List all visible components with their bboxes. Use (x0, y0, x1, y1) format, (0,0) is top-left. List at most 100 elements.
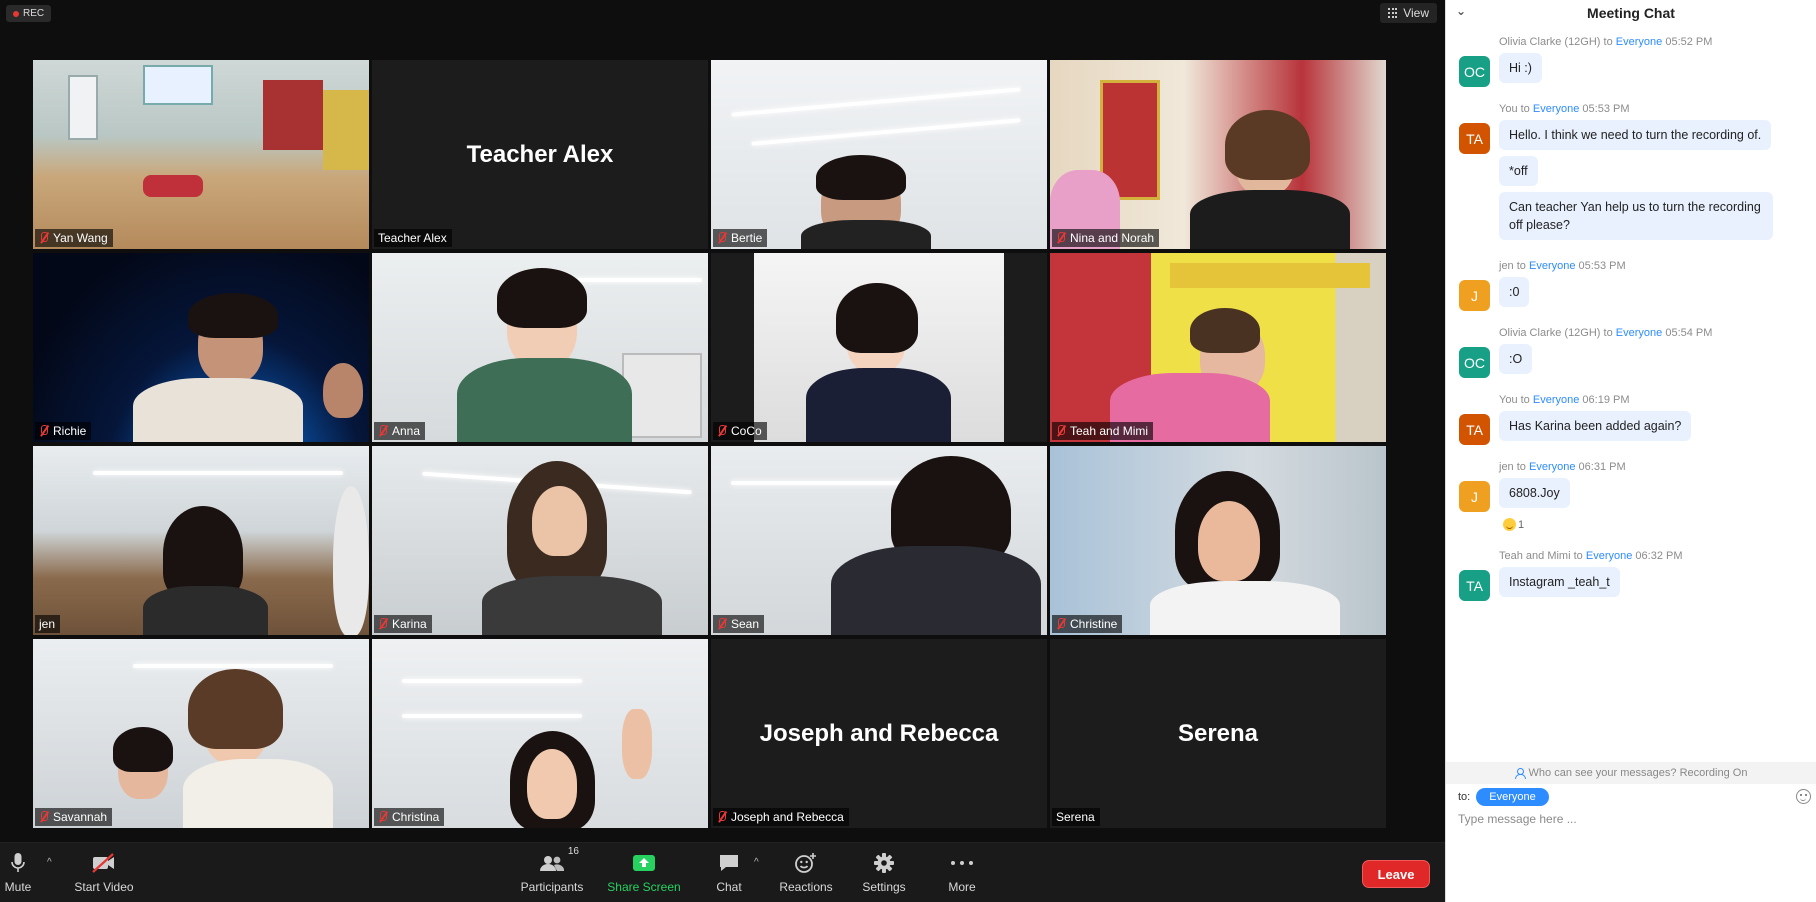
message-recipient[interactable]: Everyone (1529, 461, 1575, 473)
message-time: 05:53 PM (1582, 103, 1630, 115)
participant-name-tag: Christina (374, 808, 445, 826)
message-bubble[interactable]: *off (1499, 156, 1538, 186)
participants-label: Participants (520, 880, 584, 894)
video-grid: Yan Wang Teacher Alex Teacher Alex Bertie Ni… (33, 60, 1386, 828)
share-screen-icon (632, 852, 656, 874)
message-bubble[interactable]: Hi :) (1499, 53, 1542, 83)
share-screen-button[interactable]: Share Screen (604, 843, 684, 902)
chat-message-list[interactable]: Olivia Clarke (12GH) to Everyone 05:52 P… (1446, 32, 1816, 762)
microphone-icon (11, 852, 25, 874)
mute-button[interactable]: Mute (2, 843, 34, 902)
message-bubble[interactable]: 6808.Joy (1499, 478, 1570, 508)
message-time: 06:31 PM (1578, 461, 1626, 473)
avatar: TA (1459, 570, 1490, 601)
message-bubble[interactable]: Has Karina been added again? (1499, 411, 1692, 441)
video-tile[interactable]: CoCo (711, 253, 1047, 442)
chat-message-group: Olivia Clarke (12GH) to Everyone 05:54 P… (1446, 323, 1816, 380)
message-bubble[interactable]: :O (1499, 344, 1533, 374)
message-recipient[interactable]: Everyone (1533, 394, 1579, 406)
video-tile[interactable]: Savannah (33, 639, 369, 828)
participant-name: jen (39, 617, 56, 631)
participants-button[interactable]: 16 Participants (516, 843, 588, 902)
muted-microphone-icon (39, 811, 49, 823)
message-recipient[interactable]: Everyone (1616, 327, 1662, 339)
message-bubble[interactable]: Instagram _teah_t (1499, 567, 1620, 597)
emoji-icon[interactable] (1796, 789, 1811, 804)
chevron-down-icon[interactable]: ⌄ (1456, 4, 1466, 18)
message-recipient[interactable]: Everyone (1529, 260, 1575, 272)
recording-indicator[interactable]: REC (6, 5, 52, 22)
video-tile[interactable]: Yan Wang (33, 60, 369, 249)
video-tile[interactable]: Serena Serena (1050, 639, 1386, 828)
start-video-button[interactable]: Start Video (72, 843, 136, 902)
message-time: 05:52 PM (1665, 36, 1713, 48)
video-tile[interactable]: Christine (1050, 446, 1386, 635)
participant-name-tag: Savannah (35, 808, 113, 826)
message-to-label: to (1603, 327, 1613, 339)
participant-name: Christine (1070, 617, 1118, 631)
message-sender: jen (1499, 260, 1514, 272)
view-button[interactable]: View (1380, 3, 1437, 23)
video-tile[interactable]: Karina (372, 446, 708, 635)
video-tile[interactable]: Bertie (711, 60, 1047, 249)
video-tile[interactable]: Joseph and Rebecca Joseph and Rebecca (711, 639, 1047, 828)
chat-label: Chat (716, 880, 742, 894)
share-screen-label: Share Screen (607, 880, 681, 894)
recording-label: REC (23, 8, 45, 19)
more-button[interactable]: More (944, 843, 980, 902)
chat-message-group: Olivia Clarke (12GH) to Everyone 05:52 P… (1446, 32, 1816, 89)
message-bubble[interactable]: Hello. I think we need to turn the recor… (1499, 120, 1772, 150)
chat-button[interactable]: Chat (712, 843, 746, 902)
message-to-label: to (1516, 461, 1526, 473)
message-recipient[interactable]: Everyone (1533, 103, 1579, 115)
video-tile[interactable]: Richie (33, 253, 369, 442)
message-meta: jen to Everyone 06:31 PM (1499, 457, 1816, 473)
chat-message-input[interactable] (1458, 808, 1798, 830)
meeting-area: REC View Yan Wang Teacher Alex Teacher Ale… (0, 0, 1445, 902)
participant-name-tag: Nina and Norah (1052, 229, 1160, 247)
video-tile[interactable]: Teah and Mimi (1050, 253, 1386, 442)
chat-options-chevron-icon[interactable]: ^ (754, 857, 759, 868)
participant-name: Christina (392, 810, 440, 824)
video-tile[interactable]: Nina and Norah (1050, 60, 1386, 249)
message-bubble[interactable]: :0 (1499, 277, 1530, 307)
participant-name-tag: Anna (374, 422, 426, 440)
muted-microphone-icon (1056, 232, 1066, 244)
participant-name: Karina (392, 617, 427, 631)
message-visibility-notice[interactable]: Who can see your messages? Recording On (1446, 762, 1816, 784)
chat-message-group: You to Everyone 05:53 PM TA Hello. I think… (1446, 99, 1816, 246)
chat-message-group: jen to Everyone 05:53 PM J:0 (1446, 256, 1816, 313)
grid-view-icon (1388, 8, 1398, 18)
video-tile[interactable]: Christina (372, 639, 708, 828)
participant-name: Serena (1056, 810, 1095, 824)
participant-name: Teah and Mimi (1070, 424, 1149, 438)
avatar: OC (1459, 347, 1490, 378)
participant-name: Sean (731, 617, 760, 631)
leave-button[interactable]: Leave (1362, 860, 1430, 888)
participant-name: Nina and Norah (1070, 231, 1155, 245)
message-to-label: to (1520, 103, 1530, 115)
participant-name: Bertie (731, 231, 763, 245)
chat-panel: ⌄ Meeting Chat Olivia Clarke (12GH) to E… (1445, 0, 1816, 902)
message-sender: You (1499, 394, 1518, 406)
settings-button[interactable]: Settings (858, 843, 910, 902)
audio-options-chevron-icon[interactable]: ^ (47, 857, 52, 868)
participant-name-tag: Christine (1052, 615, 1123, 633)
reactions-button[interactable]: Reactions (776, 843, 836, 902)
video-off-icon (91, 852, 117, 874)
video-tile[interactable]: jen (33, 446, 369, 635)
video-tile[interactable]: Anna (372, 253, 708, 442)
participant-name-tag: Bertie (713, 229, 768, 247)
participant-name: Yan Wang (53, 231, 108, 245)
recipient-select[interactable]: Everyone (1476, 788, 1549, 806)
muted-microphone-icon (1056, 618, 1066, 630)
video-tile[interactable]: Sean (711, 446, 1047, 635)
message-sender: jen (1499, 461, 1514, 473)
recipient-row: to: Everyone (1458, 787, 1549, 807)
message-bubble[interactable]: Can teacher Yan help us to turn the reco… (1499, 192, 1773, 240)
video-tile[interactable]: Teacher Alex Teacher Alex (372, 60, 708, 249)
message-recipient[interactable]: Everyone (1616, 36, 1662, 48)
message-reaction[interactable]: 1 (1503, 518, 1524, 531)
message-recipient[interactable]: Everyone (1586, 550, 1632, 562)
start-video-label: Start Video (74, 880, 134, 894)
